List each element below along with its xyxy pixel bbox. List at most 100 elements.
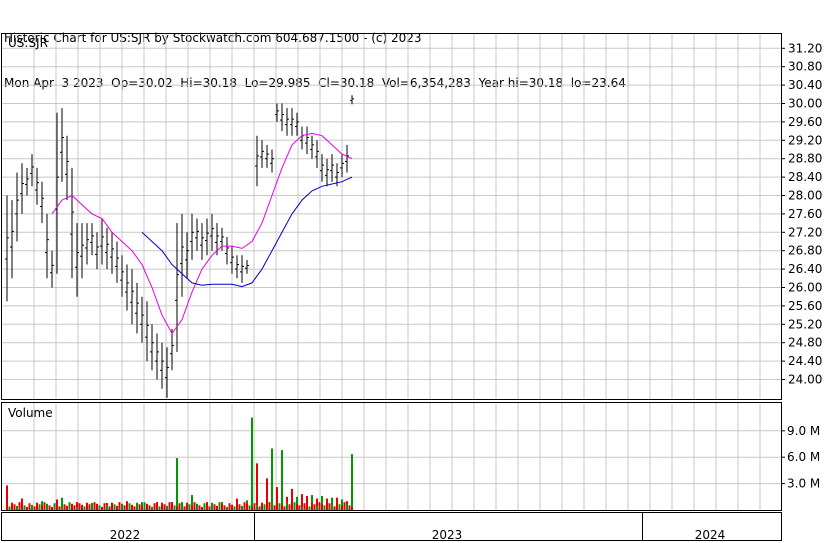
- price-tick-label: 30.80: [788, 60, 822, 74]
- volume-bar: [93, 502, 96, 510]
- x-axis-year-label: 2024: [695, 528, 726, 542]
- volume-bar: [36, 502, 38, 510]
- volume-bar: [301, 506, 303, 510]
- volume-bar: [68, 502, 71, 510]
- volume-bar: [33, 506, 36, 510]
- volume-bar: [178, 503, 181, 510]
- volume-bar: [183, 506, 186, 510]
- volume-bar: [156, 504, 158, 510]
- volume-bar: [128, 503, 131, 510]
- volume-bar: [126, 506, 128, 510]
- volume-bar: [253, 503, 256, 510]
- volume-bar: [61, 502, 63, 510]
- price-tick-label: 26.80: [788, 244, 822, 258]
- volume-bar: [283, 506, 286, 510]
- price-tick-label: 28.00: [788, 189, 822, 203]
- price-tick-label: 24.40: [788, 354, 822, 368]
- volume-bar: [233, 506, 236, 510]
- volume-bar: [238, 504, 241, 510]
- price-tick-label: 27.60: [788, 207, 822, 221]
- volume-bar: [188, 504, 191, 510]
- volume-bar: [56, 504, 58, 510]
- volume-bar: [328, 503, 331, 510]
- volume-bar: [196, 503, 198, 510]
- volume-bar: [198, 505, 201, 510]
- volume-bar: [211, 502, 213, 510]
- volume-bar: [326, 506, 328, 510]
- volume-bar: [343, 502, 346, 510]
- volume-bar: [303, 503, 306, 510]
- volume-tick-label: 3.0 M: [787, 477, 820, 491]
- volume-bar: [121, 503, 123, 510]
- volume-bar: [266, 505, 268, 510]
- volume-bar: [98, 505, 101, 510]
- volume-bar: [163, 504, 166, 510]
- volume-bar: [258, 506, 261, 510]
- volume-bar: [13, 504, 16, 510]
- volume-bar: [11, 502, 13, 510]
- volume-bar: [191, 505, 193, 510]
- volume-bar: [186, 502, 188, 510]
- volume-bar: [293, 502, 296, 510]
- volume-bar: [38, 504, 41, 510]
- volume-bar: [216, 505, 218, 510]
- volume-bar: [323, 505, 326, 510]
- volume-bar: [266, 478, 268, 510]
- volume-bar: [321, 503, 323, 510]
- volume-bar: [206, 504, 208, 510]
- volume-bar: [333, 506, 336, 510]
- volume-bar: [26, 506, 28, 510]
- volume-bar: [213, 504, 216, 510]
- volume-bar: [311, 502, 313, 510]
- volume-bar: [308, 506, 311, 510]
- price-tick-label: 25.20: [788, 317, 822, 331]
- volume-bar: [96, 503, 98, 510]
- volume-bar: [208, 506, 211, 510]
- price-tick-label: 26.40: [788, 262, 822, 276]
- volume-bar: [16, 505, 18, 510]
- volume-bar: [251, 417, 253, 510]
- volume-bar: [153, 503, 156, 510]
- volume-bar: [348, 505, 351, 510]
- volume-bar: [228, 503, 231, 510]
- price-tick-label: 29.60: [788, 115, 822, 129]
- volume-bar: [231, 504, 233, 510]
- volume-bar: [278, 503, 281, 510]
- volume-bar: [118, 502, 121, 510]
- volume-bar: [58, 506, 61, 510]
- volume-bar: [73, 505, 76, 510]
- volume-bar: [296, 503, 298, 510]
- volume-bar: [193, 502, 196, 510]
- price-tick-label: 26.00: [788, 281, 822, 295]
- volume-bar: [131, 504, 133, 510]
- volume-bar: [136, 502, 138, 510]
- volume-bar: [31, 504, 33, 510]
- volume-bar: [351, 454, 353, 510]
- volume-bar: [313, 504, 316, 510]
- price-tick-label: 25.60: [788, 299, 822, 313]
- volume-bar: [151, 506, 153, 510]
- volume-bar: [78, 503, 81, 510]
- volume-bar: [46, 503, 48, 510]
- volume-bar: [338, 504, 341, 510]
- volume-bar: [288, 504, 291, 510]
- volume-bar: [316, 505, 318, 510]
- volume-bar: [201, 506, 203, 510]
- volume-bar: [76, 506, 78, 510]
- volume-bar: [248, 505, 251, 510]
- price-tick-label: 28.80: [788, 152, 822, 166]
- volume-bar: [331, 504, 333, 510]
- volume-bars: [6, 417, 353, 510]
- volume-bar: [251, 506, 253, 510]
- volume-bar: [256, 504, 258, 510]
- volume-bar: [43, 502, 46, 510]
- volume-bar: [276, 506, 278, 510]
- volume-bar: [221, 503, 223, 510]
- volume-bar: [143, 502, 146, 510]
- volume-bar: [166, 505, 168, 510]
- volume-bar: [263, 504, 266, 510]
- volume-bar: [218, 502, 221, 510]
- volume-bar: [101, 506, 103, 510]
- volume-bar: [111, 502, 113, 510]
- volume-bar: [88, 504, 91, 510]
